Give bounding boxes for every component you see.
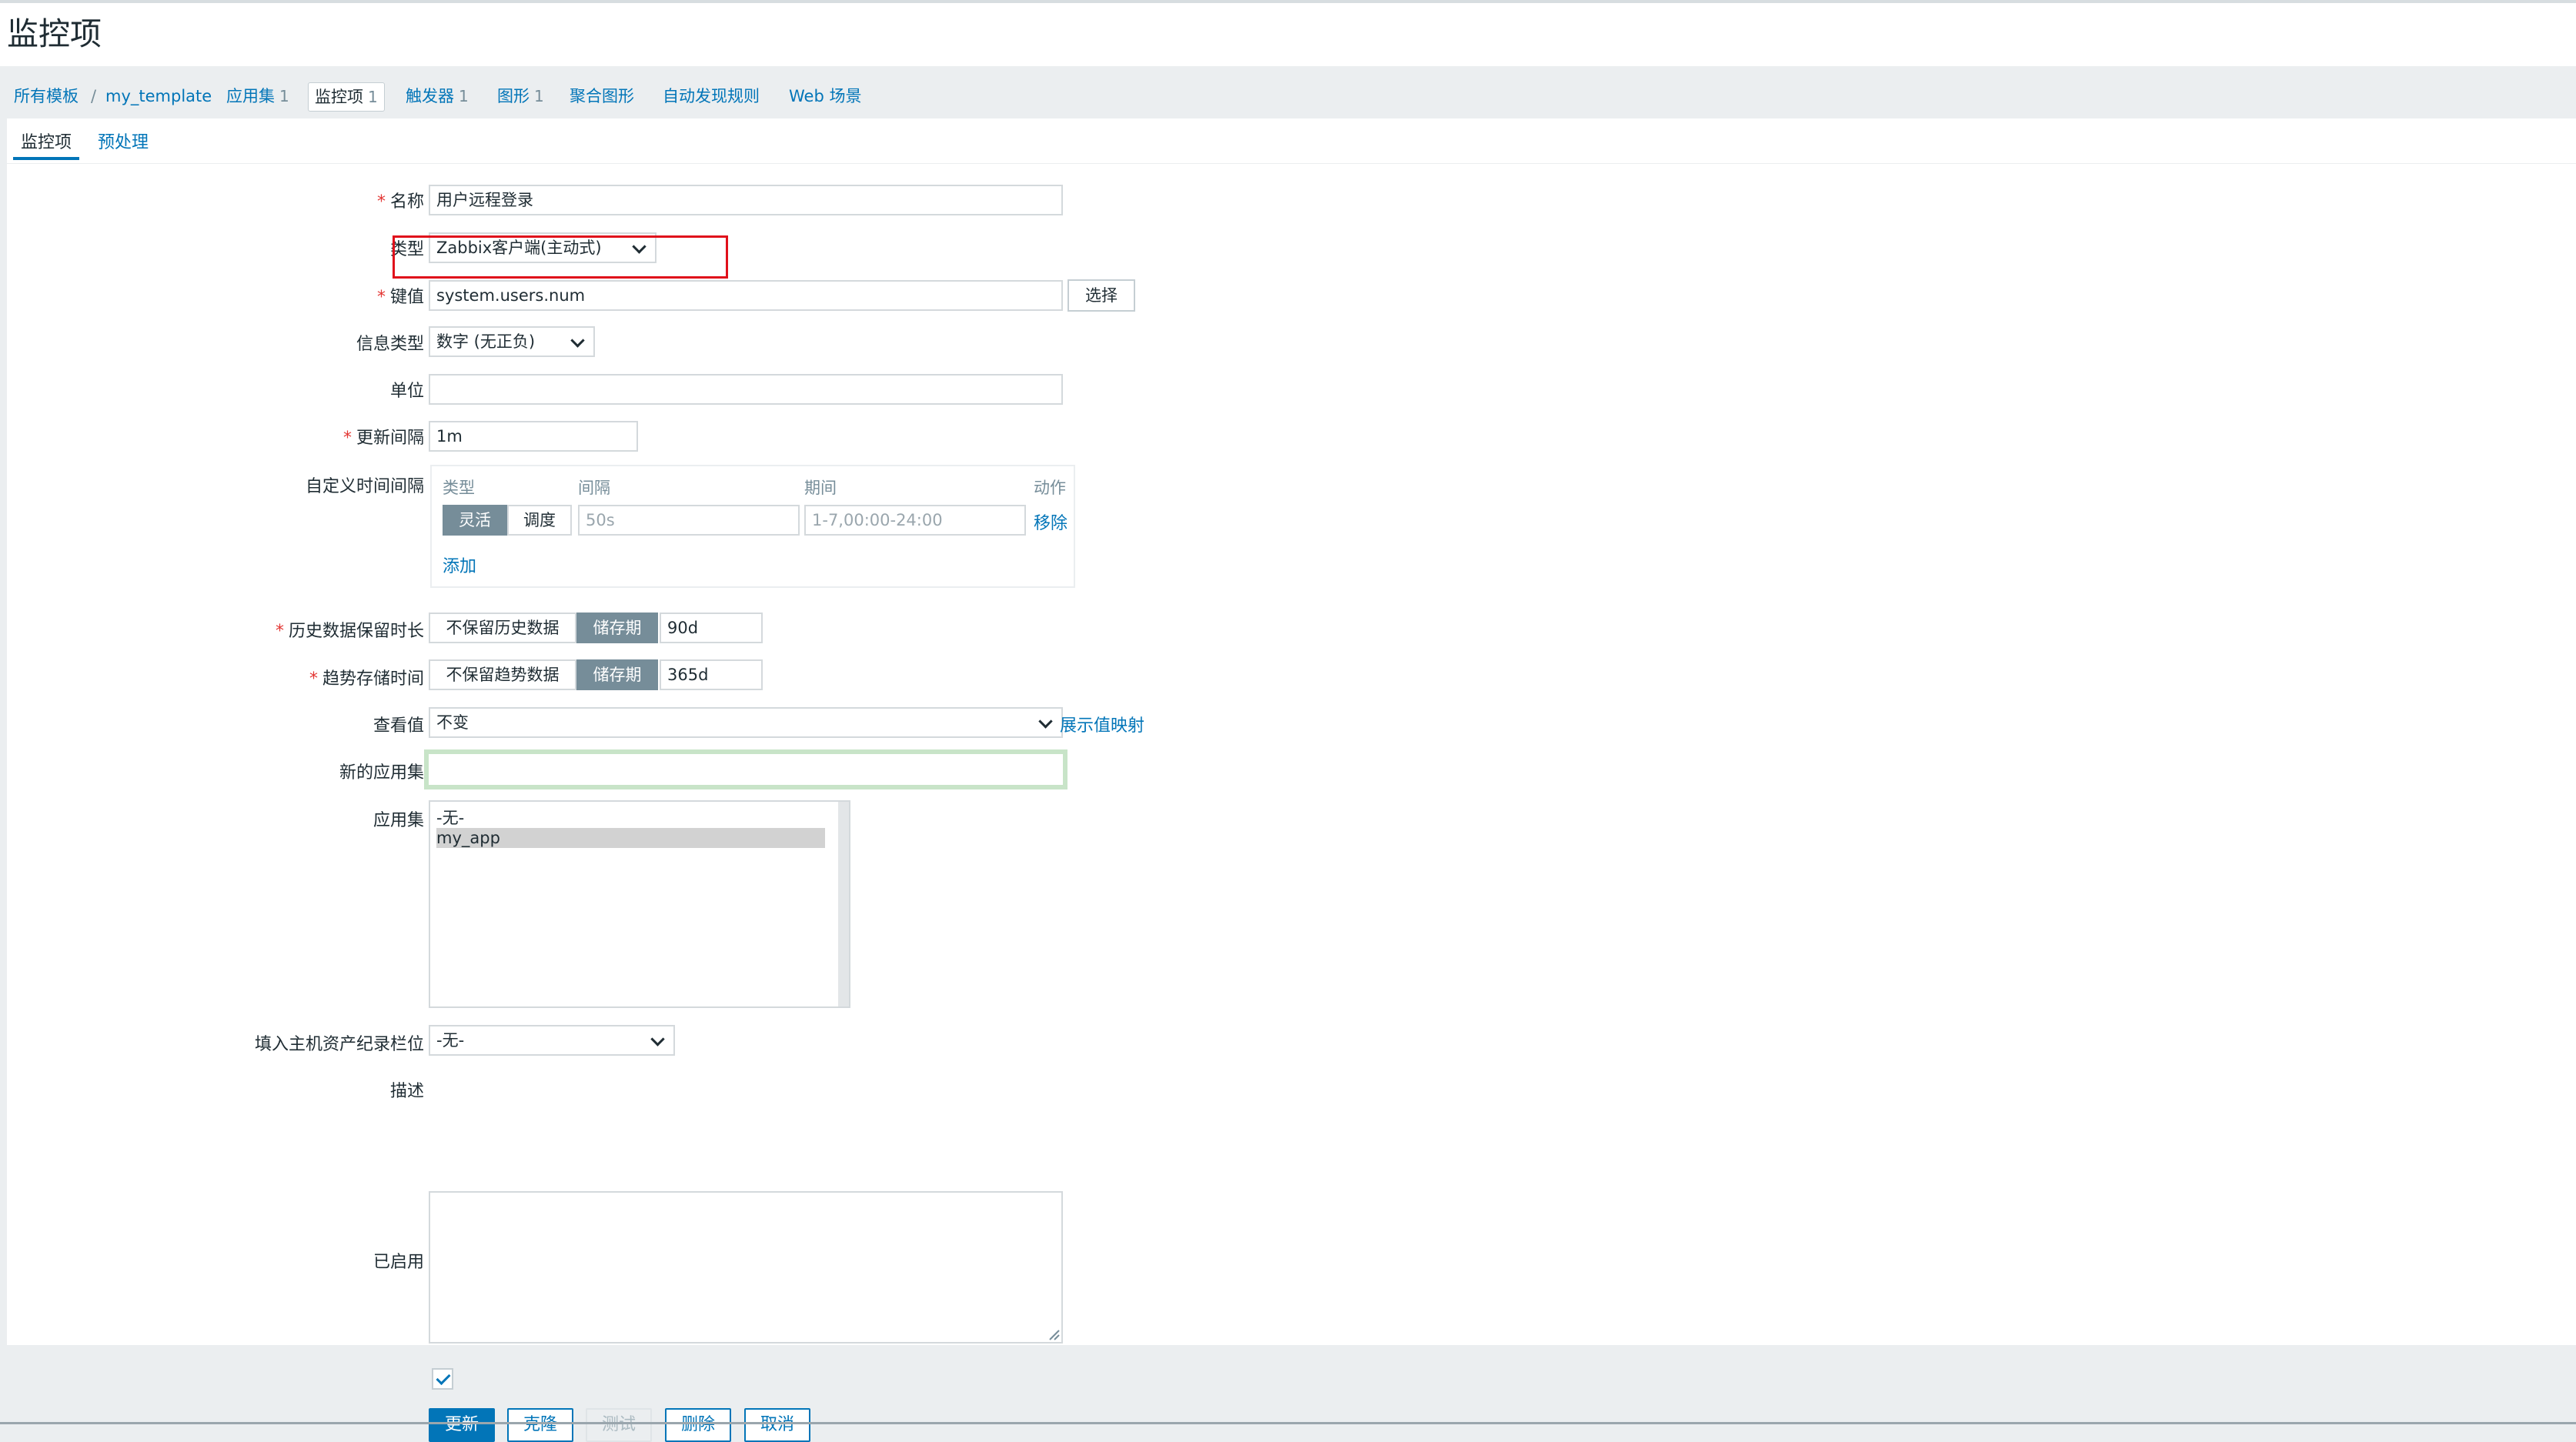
name-label: * 名称 [376, 192, 424, 212]
value-mapping-link[interactable]: 展示值映射 [1060, 712, 1144, 736]
units-label: 单位 [389, 382, 424, 401]
trends-off-button[interactable]: 不保留趋势数据 [429, 659, 576, 690]
trends-input[interactable]: 365d [660, 659, 763, 690]
applications-label: 应用集 [373, 811, 424, 830]
info-type-label: 信息类型 [356, 335, 424, 354]
nav-discovery-rules[interactable]: 自动发现规则 [663, 80, 760, 112]
ci-remove-link[interactable]: 移除 [1034, 509, 1067, 534]
ci-interval-input[interactable]: 50s [578, 505, 800, 536]
new-application-label: 新的应用集 [339, 763, 424, 783]
resize-handle-icon[interactable] [1046, 1327, 1060, 1340]
custom-intervals-label: 自定义时间间隔 [305, 477, 424, 496]
ci-header-period: 期间 [804, 479, 837, 497]
key-input[interactable]: system.users.num [429, 280, 1063, 311]
ci-period-input[interactable]: 1-7,00:00-24:00 [804, 505, 1026, 536]
nav-graphs[interactable]: 图形 1 [497, 80, 544, 112]
breadcrumb-separator: / [91, 87, 97, 105]
tab-item[interactable]: 监控项 [13, 126, 80, 160]
ci-header-interval: 间隔 [578, 479, 610, 497]
new-application-input[interactable] [424, 749, 1067, 789]
tab-preprocessing[interactable]: 预处理 [90, 126, 156, 160]
update-button[interactable]: 更新 [429, 1408, 495, 1442]
trends-on-button[interactable]: 储存期 [576, 659, 658, 690]
history-off-button[interactable]: 不保留历史数据 [429, 613, 576, 643]
custom-intervals-table: 类型 间隔 期间 动作 灵活 调度 50s 1-7,00:00-24:00 移除… [430, 465, 1075, 588]
history-label: * 历史数据保留时长 [275, 622, 424, 641]
nav-items[interactable]: 监控项 1 [308, 82, 385, 112]
ci-add-link[interactable]: 添加 [443, 552, 476, 577]
description-textarea[interactable] [429, 1191, 1063, 1344]
update-interval-label: * 更新间隔 [342, 429, 424, 448]
history-on-button[interactable]: 储存期 [576, 613, 658, 643]
nav-triggers[interactable]: 触发器 1 [406, 80, 469, 112]
breadcrumb-all-templates[interactable]: 所有模板 [14, 80, 79, 112]
application-option-my-app[interactable]: my_app [436, 828, 825, 848]
ci-header-action: 动作 [1034, 479, 1066, 497]
breadcrumb-template[interactable]: my_template [105, 80, 212, 112]
info-type-select[interactable]: 数字 (无正负) [429, 326, 595, 357]
show-value-select[interactable]: 不变 [429, 707, 1063, 738]
delete-button[interactable]: 删除 [665, 1408, 731, 1442]
enabled-checkbox[interactable] [432, 1368, 453, 1390]
page-title: 监控项 [7, 15, 102, 52]
description-label: 描述 [389, 1082, 424, 1101]
nav-web-scenarios[interactable]: Web 场景 [789, 80, 861, 112]
breadcrumb: 所有模板 / my_template 应用集 1 监控项 1 触发器 1 图形 1 聚合… [0, 80, 2576, 112]
inventory-select[interactable]: -无- [429, 1025, 675, 1056]
show-value-label: 查看值 [373, 716, 424, 736]
nav-screens[interactable]: 聚合图形 [570, 80, 634, 112]
key-label: * 键值 [376, 288, 424, 307]
test-button: 测试 [586, 1408, 652, 1442]
application-option-none[interactable]: -无- [436, 808, 464, 828]
units-input[interactable] [429, 374, 1063, 405]
enabled-label: 已启用 [373, 1253, 424, 1272]
update-interval-input[interactable]: 1m [429, 421, 638, 452]
cancel-button[interactable]: 取消 [744, 1408, 810, 1442]
nav-applications[interactable]: 应用集 1 [226, 80, 289, 112]
clone-button[interactable]: 克隆 [507, 1408, 573, 1442]
ci-header-type: 类型 [443, 479, 475, 497]
page-header: 监控项 [0, 3, 2576, 66]
form-tabs: 监控项 预处理 [7, 118, 2576, 164]
ci-mode-flexible[interactable]: 灵活 [443, 505, 507, 536]
applications-listbox[interactable]: -无- my_app [429, 800, 850, 1008]
ci-mode-scheduling[interactable]: 调度 [507, 505, 572, 536]
item-form-panel: 监控项 预处理 * 名称 类型 * 键值 信息类型 单位 * 更新间隔 自定义时间间隔… [7, 118, 2576, 1442]
listbox-scrollbar[interactable] [838, 802, 849, 1006]
history-input[interactable]: 90d [660, 613, 763, 643]
inventory-label: 填入主机资产纪录栏位 [254, 1035, 424, 1054]
annotation-highlight-box [393, 235, 728, 279]
key-select-button[interactable]: 选择 [1067, 279, 1135, 312]
name-input[interactable]: 用户远程登录 [429, 185, 1063, 215]
bottom-border [0, 1422, 2576, 1424]
trends-label: * 趋势存储时间 [309, 669, 424, 689]
